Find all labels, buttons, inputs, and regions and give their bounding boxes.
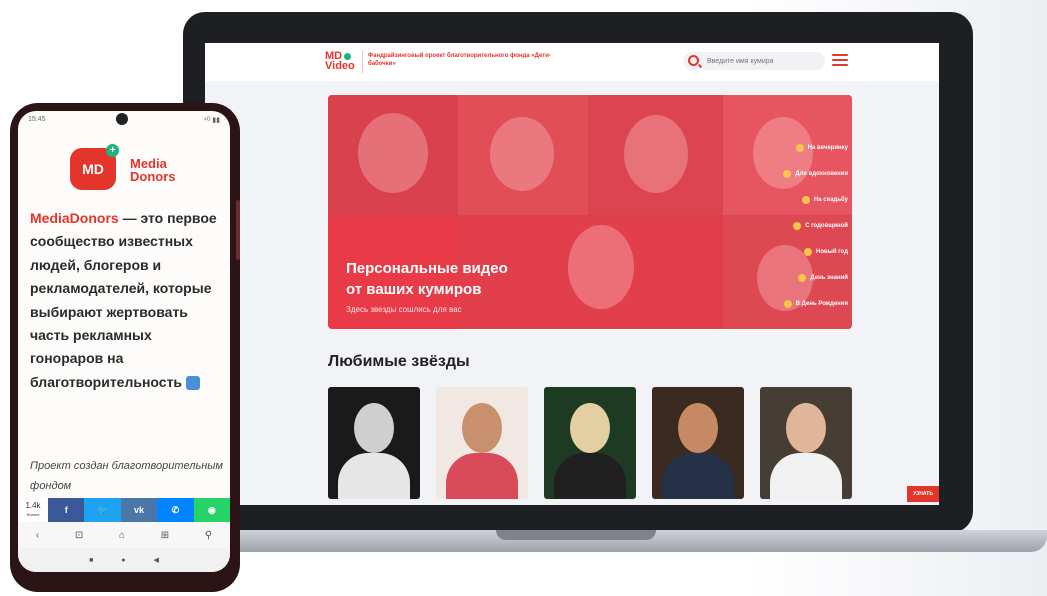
search-box[interactable] xyxy=(683,52,825,70)
occasion-item[interactable]: Новый год xyxy=(768,239,848,265)
hero-subtitle: Здесь звезды сошлись для вас xyxy=(346,305,462,314)
status-indicators: ⁴ᴳ ▮▮ xyxy=(203,117,220,124)
laptop-notch xyxy=(496,530,656,540)
search-input[interactable] xyxy=(707,54,819,68)
occasion-item[interactable]: На вечеринку xyxy=(768,135,848,161)
star-card[interactable] xyxy=(328,387,420,499)
phone-screen: 15:45 ⁴ᴳ ▮▮ MD + Media Donors MediaDonor… xyxy=(18,111,230,572)
phone-side-button xyxy=(236,200,240,260)
book-icon[interactable]: ⊡ xyxy=(75,530,83,541)
occasion-item[interactable]: В День Рождения xyxy=(768,291,848,317)
star-card[interactable] xyxy=(436,387,528,499)
home-nav-icon[interactable]: ● xyxy=(121,557,125,564)
hero-title: Персональные видео от ваших кумиров xyxy=(346,260,508,298)
hero-banner[interactable]: На вечеринку Для вдохновения На свадьбу … xyxy=(328,95,852,329)
occasion-item[interactable]: С годовщиной xyxy=(768,213,848,239)
thumbs-up-icon xyxy=(185,376,200,391)
vk-share-button[interactable]: vk xyxy=(120,498,158,522)
site-logo[interactable]: MD Video xyxy=(325,51,355,72)
learn-more-button[interactable]: УЗНАТЬ xyxy=(907,486,939,502)
twitter-share-button[interactable]: 🐦 xyxy=(84,498,121,522)
star-card[interactable] xyxy=(760,387,852,499)
search-icon[interactable] xyxy=(688,55,699,66)
laptop-screen: MD Video Фандрайзинговый проект благотво… xyxy=(205,43,939,505)
profile-icon[interactable]: ⚲ xyxy=(205,530,212,541)
logo-dot-icon xyxy=(344,52,352,60)
hero-tile xyxy=(328,95,458,215)
occasion-item[interactable]: Для вдохновения xyxy=(768,161,848,187)
intro-brand: MediaDonors xyxy=(30,210,119,226)
occasion-icon xyxy=(795,144,804,152)
back-icon[interactable]: ‹ xyxy=(36,530,39,541)
intro-body: — это первое сообщество известных людей,… xyxy=(30,210,217,390)
facebook-share-button[interactable]: f xyxy=(48,498,85,522)
star-card[interactable] xyxy=(652,387,744,499)
share-count: 1.4k Shares xyxy=(18,498,48,522)
intro-text: MediaDonors — это первое сообщество изве… xyxy=(30,207,226,394)
tabs-icon[interactable]: ⊞ xyxy=(161,530,169,541)
share-bar: 1.4k Shares f 🐦 vk ✆ ◉ xyxy=(18,498,230,522)
site-header: MD Video Фандрайзинговый проект благотво… xyxy=(205,43,939,81)
camera-icon xyxy=(116,113,128,125)
recents-icon[interactable]: ■ xyxy=(89,557,93,564)
system-nav-bar: ■ ● ◀ xyxy=(18,548,230,572)
occasion-icon xyxy=(783,170,792,178)
phone-status-bar: 15:45 ⁴ᴳ ▮▮ xyxy=(18,111,230,129)
occasion-icon xyxy=(798,274,807,282)
plus-icon: + xyxy=(106,144,119,157)
section-title: Любимые звёзды xyxy=(328,353,470,370)
brand-name: Media Donors xyxy=(130,156,176,184)
occasion-icon xyxy=(801,196,810,204)
hero-tile xyxy=(588,95,723,215)
browser-toolbar: ‹ ⊡ ⌂ ⊞ ⚲ xyxy=(18,522,230,548)
messenger-share-button[interactable]: ✆ xyxy=(157,498,194,522)
occasion-item[interactable]: День знаний xyxy=(768,265,848,291)
whatsapp-share-button[interactable]: ◉ xyxy=(193,498,230,522)
back-nav-icon[interactable]: ◀ xyxy=(154,556,159,564)
occasion-icon xyxy=(793,222,802,230)
hero-tile xyxy=(458,95,588,215)
status-time: 15:45 xyxy=(28,116,46,123)
home-icon[interactable]: ⌂ xyxy=(119,530,125,541)
site-tagline: Фандрайзинговый проект благотворительног… xyxy=(368,53,551,67)
occasion-list: На вечеринку Для вдохновения На свадьбу … xyxy=(768,135,848,317)
logo-line2: Video xyxy=(325,60,355,72)
star-card[interactable] xyxy=(544,387,636,499)
occasion-item[interactable]: На свадьбу xyxy=(768,187,848,213)
project-text: Проект создан благотворительным фондом xyxy=(30,460,223,492)
menu-icon[interactable] xyxy=(832,54,848,66)
header-divider xyxy=(362,51,363,73)
occasion-icon xyxy=(804,248,813,256)
occasion-icon xyxy=(783,300,792,308)
